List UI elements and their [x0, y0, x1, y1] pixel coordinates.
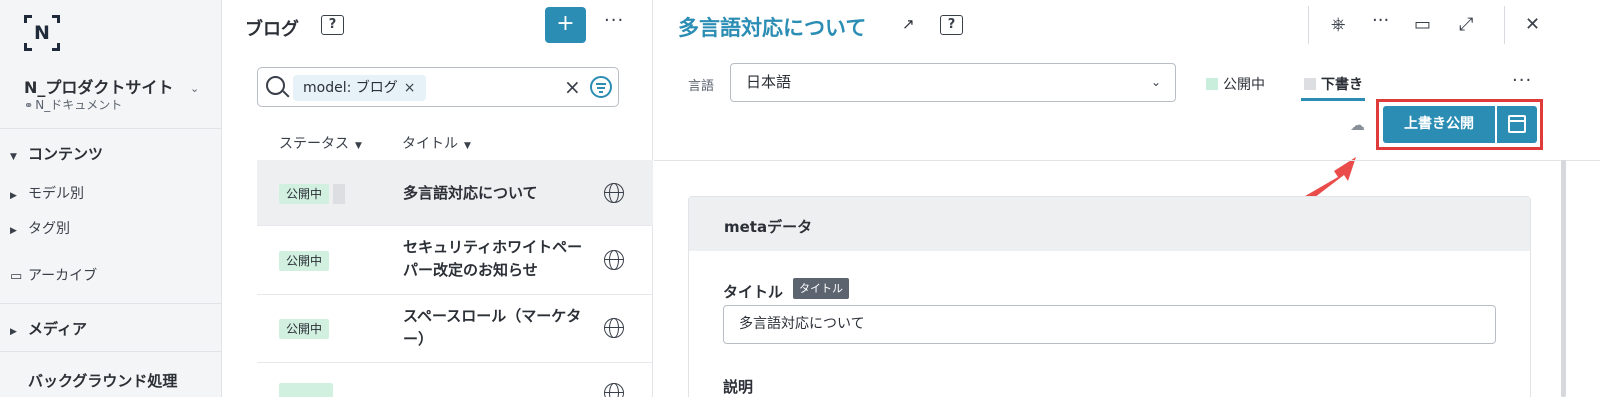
description-field-label: 説明: [723, 378, 754, 396]
sidebar-item-by-model[interactable]: ▶ モデル別: [10, 183, 84, 203]
sidebar-item-archive[interactable]: ▭ アーカイブ: [10, 265, 97, 285]
draft-swatch: [1304, 78, 1316, 90]
status-badge: 公開中: [279, 184, 330, 204]
calendar-icon: [1508, 115, 1526, 133]
divider: [0, 128, 222, 129]
entry-title: 多言語対応について: [678, 16, 867, 40]
search-icon: [266, 76, 285, 95]
language-label: 言語: [688, 79, 715, 94]
site-subtitle: ⚭ N_ドキュメント: [24, 96, 122, 113]
close-icon[interactable]: ✕: [1525, 14, 1540, 35]
editor-pane: 多言語対応について ↗ ? ⎈ ··· ▭ ⤢ ✕ 言語 日本語 ⌄ 公開中 下書…: [654, 0, 1600, 397]
status-badge: 公開中: [279, 319, 330, 339]
more-icon[interactable]: ···: [1512, 70, 1532, 91]
language-value: 日本語: [746, 73, 792, 91]
divider: [1504, 6, 1505, 44]
column-header-status[interactable]: ステータス ▼: [279, 133, 362, 153]
network-icon: ⚭: [24, 99, 34, 112]
sidebar-item-media[interactable]: ▶ メディア: [10, 318, 87, 339]
help-icon[interactable]: ?: [321, 15, 344, 35]
divider: [1308, 6, 1309, 44]
sidebar: N N_プロダクトサイト ⚭ N_ドキュメント ⌄ ▼ コンテンツ ▶ モデル別 ▶ タ…: [0, 0, 222, 397]
table-row[interactable]: 公開中 セキュリティホワイトペーパー改定のお知らせ: [257, 226, 653, 295]
content-list: ブログ ? + ··· model: ブログ × × ステータス ▼ タイトル ▼ 公…: [223, 0, 653, 397]
filter-chip[interactable]: model: ブログ ×: [293, 75, 426, 101]
active-tab-indicator: [1301, 98, 1365, 101]
title-field[interactable]: 多言語対応について: [723, 305, 1496, 344]
sidebar-item-label: メディア: [28, 320, 87, 338]
chevron-down-icon[interactable]: ⌄: [190, 82, 199, 95]
chevron-down-icon: ⌄: [1150, 75, 1161, 89]
sidebar-item-label: コンテンツ: [28, 145, 104, 163]
filter-icon[interactable]: [590, 76, 612, 98]
table-row[interactable]: 公開中 スペースロール（マーケター）: [257, 295, 653, 363]
scrollbar[interactable]: [1561, 160, 1566, 397]
external-link-icon[interactable]: ↗: [902, 15, 915, 33]
app-logo[interactable]: N: [24, 15, 60, 51]
caret-down-icon: ▼: [10, 152, 17, 162]
site-name[interactable]: N_プロダクトサイト: [24, 74, 173, 98]
caret-right-icon: ▶: [10, 226, 17, 236]
column-header-title[interactable]: タイトル ▼: [402, 133, 471, 153]
column-header-label: タイトル: [402, 136, 458, 152]
title-field-label: タイトル: [723, 283, 784, 301]
sidebar-item-label: アーカイブ: [28, 268, 98, 284]
globe-icon[interactable]: [604, 183, 624, 203]
row-title: スペースロール（マーケター）: [403, 307, 582, 348]
list-title: ブログ: [245, 19, 299, 40]
field-type-tag: タイトル: [793, 278, 849, 299]
sort-icon: ▼: [464, 141, 471, 151]
preview-icon[interactable]: ▭: [1414, 14, 1431, 35]
status-badge: [279, 383, 333, 397]
tab-published[interactable]: 公開中: [1206, 74, 1265, 94]
column-header-label: ステータス: [279, 136, 349, 152]
globe-icon[interactable]: [604, 383, 624, 397]
help-icon[interactable]: ?: [940, 15, 963, 35]
archive-icon: ▭: [10, 269, 23, 284]
publish-button[interactable]: 上書き公開: [1383, 106, 1495, 143]
sidebar-item-contents[interactable]: ▼ コンテンツ: [10, 143, 103, 164]
row-title: セキュリティホワイトペーパー改定のお知らせ: [403, 238, 583, 279]
tab-draft[interactable]: 下書き: [1304, 74, 1363, 94]
section-title: metaデータ: [724, 218, 813, 236]
logo-letter: N: [34, 22, 50, 44]
chip-close-icon[interactable]: ×: [404, 80, 416, 96]
sidebar-item-background-jobs[interactable]: バックグラウンド処理: [28, 370, 177, 391]
site-sub-label: N_ドキュメント: [35, 98, 123, 112]
expand-icon[interactable]: ⤢: [1459, 14, 1473, 35]
table-row[interactable]: 公開中 多言語対応について: [257, 160, 653, 226]
add-button[interactable]: +: [545, 7, 586, 43]
sidebar-item-by-tag[interactable]: ▶ タグ別: [10, 218, 70, 238]
status-badge: 公開中: [279, 251, 330, 271]
search-box[interactable]: model: ブログ × ×: [257, 67, 619, 107]
caret-right-icon: ▶: [10, 191, 17, 201]
divider: [0, 303, 222, 304]
webhook-icon[interactable]: ⎈: [1331, 14, 1345, 35]
globe-icon[interactable]: [604, 250, 624, 270]
schedule-button[interactable]: [1497, 106, 1537, 143]
sidebar-item-label: タグ別: [28, 221, 70, 237]
sort-icon: ▼: [355, 141, 362, 151]
divider: [654, 160, 1600, 161]
cloud-icon: ☁: [1350, 116, 1365, 134]
globe-icon[interactable]: [604, 318, 624, 338]
row-title: 多言語対応について: [403, 184, 538, 202]
filter-chip-label: model: ブログ: [303, 80, 398, 96]
sidebar-item-label: モデル別: [28, 186, 84, 202]
section-header: metaデータ: [689, 197, 1530, 251]
tab-label: 公開中: [1223, 77, 1265, 93]
tab-label: 下書き: [1321, 77, 1363, 93]
published-swatch: [1206, 78, 1218, 90]
language-select[interactable]: 日本語 ⌄: [730, 63, 1176, 102]
more-icon[interactable]: ···: [1372, 10, 1389, 31]
clear-icon[interactable]: ×: [564, 75, 581, 99]
divider: [0, 351, 222, 352]
table-row[interactable]: [257, 363, 653, 397]
more-icon[interactable]: ···: [604, 10, 624, 31]
draft-indicator: [333, 184, 345, 204]
caret-right-icon: ▶: [10, 327, 17, 337]
